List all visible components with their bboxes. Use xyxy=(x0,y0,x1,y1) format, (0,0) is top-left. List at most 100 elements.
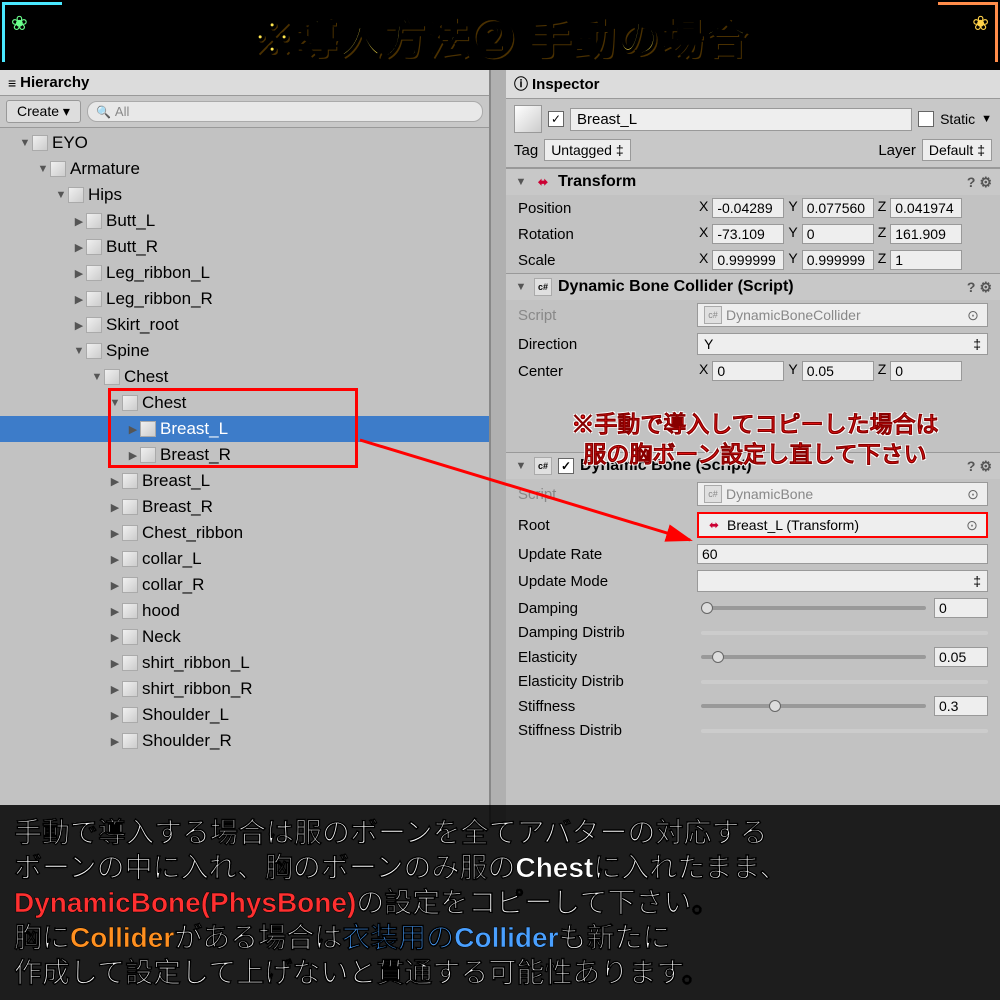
stiffness-value[interactable] xyxy=(934,696,988,716)
foldout-icon[interactable] xyxy=(72,345,86,357)
pos-x[interactable] xyxy=(712,198,784,218)
active-checkbox[interactable]: ✓ xyxy=(548,111,564,127)
collider-header[interactable]: c# Dynamic Bone Collider (Script) ? ⚙ xyxy=(506,274,1000,300)
foldout-icon[interactable] xyxy=(126,449,140,462)
foldout-icon[interactable] xyxy=(108,683,122,696)
tree-item-armature[interactable]: Armature xyxy=(0,156,489,182)
foldout-icon[interactable] xyxy=(72,293,86,306)
rot-y[interactable] xyxy=(802,224,874,244)
tree-item-collar-r[interactable]: collar_R xyxy=(0,572,489,598)
tree-item-breast-l[interactable]: Breast_L xyxy=(0,416,489,442)
scale-y[interactable] xyxy=(802,250,874,270)
tree-item-label: shirt_ribbon_L xyxy=(142,653,250,673)
tree-item-label: Breast_R xyxy=(142,497,213,517)
center-y[interactable] xyxy=(802,361,874,381)
foldout-icon[interactable] xyxy=(126,423,140,436)
tree-item-shoulder-r[interactable]: Shoulder_R xyxy=(0,728,489,754)
create-button[interactable]: Create ▾ xyxy=(6,100,81,123)
tree-item-label: collar_R xyxy=(142,575,204,595)
foldout-icon[interactable] xyxy=(72,215,86,228)
gear-icon[interactable]: ⚙ xyxy=(979,174,992,191)
pos-z[interactable] xyxy=(890,198,962,218)
foldout-icon[interactable] xyxy=(108,579,122,592)
tree-item-breast-r[interactable]: Breast_R xyxy=(0,494,489,520)
tag-dropdown[interactable]: Untagged ‡ xyxy=(544,139,631,161)
hierarchy-tree[interactable]: EYOArmature Hips Butt_LButt_RLeg_ribbon_LL… xyxy=(0,128,489,828)
foldout-icon[interactable] xyxy=(108,397,122,409)
rot-z[interactable] xyxy=(890,224,962,244)
scrollbar[interactable] xyxy=(490,70,506,828)
hierarchy-tab[interactable]: ≡ Hierarchy xyxy=(0,70,489,96)
tree-item-chest-ribbon[interactable]: Chest_ribbon xyxy=(0,520,489,546)
tree-item-chest[interactable]: Chest xyxy=(0,364,489,390)
damping-distrib-slider[interactable] xyxy=(701,631,988,635)
inspector-tab[interactable]: ⓘ Inspector xyxy=(506,70,1000,99)
foldout-icon[interactable] xyxy=(108,709,122,722)
tree-item-hips[interactable]: Hips xyxy=(0,182,489,208)
elasticity-distrib-slider[interactable] xyxy=(701,680,988,684)
static-checkbox[interactable] xyxy=(918,111,934,127)
foldout-icon[interactable] xyxy=(36,163,50,175)
tree-item-butt-l[interactable]: Butt_L xyxy=(0,208,489,234)
help-icon[interactable]: ? xyxy=(967,174,976,191)
help-icon[interactable]: ? xyxy=(967,279,976,296)
foldout-icon[interactable] xyxy=(108,475,122,488)
foldout-icon[interactable] xyxy=(108,631,122,644)
foldout-icon[interactable] xyxy=(72,241,86,254)
foldout-icon[interactable] xyxy=(90,371,104,383)
elasticity-slider[interactable] xyxy=(701,655,926,659)
scale-x[interactable] xyxy=(712,250,784,270)
tree-item-breast-l[interactable]: Breast_L xyxy=(0,468,489,494)
foldout-icon[interactable] xyxy=(54,189,68,201)
foldout-icon[interactable] xyxy=(108,501,122,514)
tree-item-leg-ribbon-r[interactable]: Leg_ribbon_R xyxy=(0,286,489,312)
static-dropdown[interactable]: ▼ xyxy=(981,113,992,125)
tree-item-label: Skirt_root xyxy=(106,315,179,335)
tree-item-spine[interactable]: Spine xyxy=(0,338,489,364)
stiffness-slider[interactable] xyxy=(701,704,926,708)
tree-item-label: Hips xyxy=(88,185,122,205)
search-input[interactable]: 🔍 All xyxy=(87,101,483,122)
tree-item-label: Breast_L xyxy=(142,471,210,491)
rot-x[interactable] xyxy=(712,224,784,244)
tree-item-neck[interactable]: Neck xyxy=(0,624,489,650)
foldout-icon[interactable] xyxy=(108,553,122,566)
tree-item-hood[interactable]: hood xyxy=(0,598,489,624)
foldout-icon[interactable] xyxy=(108,605,122,618)
damping-value[interactable] xyxy=(934,598,988,618)
transform-header[interactable]: Transform ? ⚙ xyxy=(506,169,1000,195)
foldout-icon[interactable] xyxy=(108,527,122,540)
direction-dropdown[interactable]: Y‡ xyxy=(697,333,988,355)
foldout-icon[interactable] xyxy=(72,319,86,332)
pos-y[interactable] xyxy=(802,198,874,218)
tree-item-shirt-ribbon-r[interactable]: shirt_ribbon_R xyxy=(0,676,489,702)
scale-z[interactable] xyxy=(890,250,962,270)
foldout-icon[interactable] xyxy=(108,735,122,748)
elasticity-value[interactable] xyxy=(934,647,988,667)
gear-icon[interactable]: ⚙ xyxy=(979,279,992,296)
foldout-icon[interactable] xyxy=(108,657,122,670)
root-field[interactable]: Breast_L (Transform)⊙ xyxy=(697,512,988,538)
tree-item-eyo[interactable]: EYO xyxy=(0,130,489,156)
damping-slider[interactable] xyxy=(701,606,926,610)
tree-item-collar-l[interactable]: collar_L xyxy=(0,546,489,572)
tree-item-shirt-ribbon-l[interactable]: shirt_ribbon_L xyxy=(0,650,489,676)
layer-dropdown[interactable]: Default ‡ xyxy=(922,139,992,161)
object-name-field[interactable] xyxy=(570,108,912,131)
tree-item-leg-ribbon-l[interactable]: Leg_ribbon_L xyxy=(0,260,489,286)
update-mode-dropdown[interactable]: ‡ xyxy=(697,570,988,592)
tree-item-shoulder-l[interactable]: Shoulder_L xyxy=(0,702,489,728)
tree-item-skirt-root[interactable]: Skirt_root xyxy=(0,312,489,338)
foldout-icon[interactable] xyxy=(514,176,528,188)
center-z[interactable] xyxy=(890,361,962,381)
stiffness-distrib-slider[interactable] xyxy=(701,729,988,733)
foldout-icon[interactable] xyxy=(514,281,528,293)
tree-item-butt-r[interactable]: Butt_R xyxy=(0,234,489,260)
foldout-icon[interactable] xyxy=(18,137,32,149)
gameobject-icon xyxy=(50,161,66,177)
update-rate-field[interactable] xyxy=(697,544,988,564)
tree-item-chest[interactable]: Chest xyxy=(0,390,489,416)
foldout-icon[interactable] xyxy=(72,267,86,280)
tree-item-breast-r[interactable]: Breast_R xyxy=(0,442,489,468)
center-x[interactable] xyxy=(712,361,784,381)
